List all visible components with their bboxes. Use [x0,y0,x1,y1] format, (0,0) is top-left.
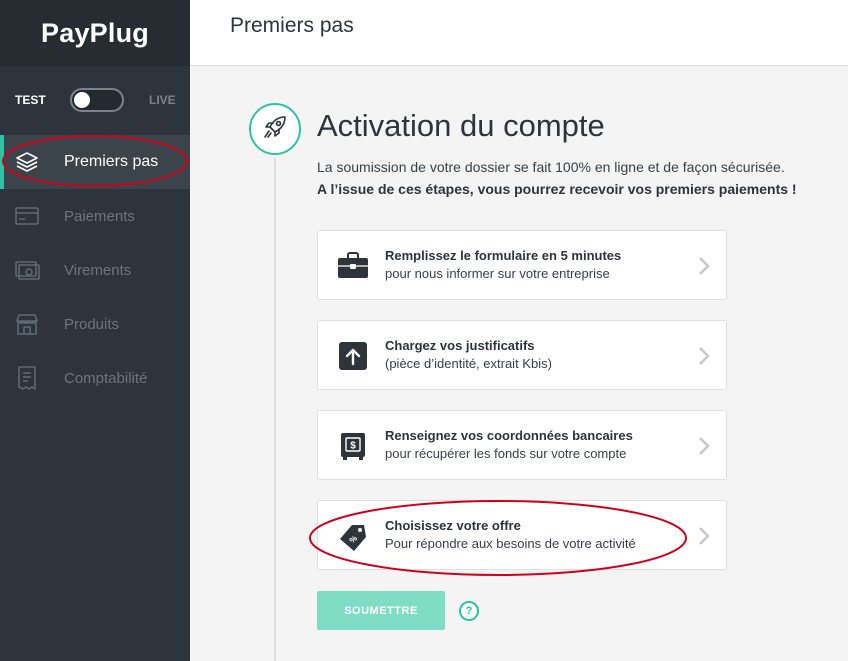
chevron-right-icon [698,346,710,366]
payplug-logo[interactable]: PayPlug [41,18,149,49]
chevron-right-icon [698,256,710,276]
topbar: Premiers pas [190,0,848,66]
page-title: Premiers pas [230,14,354,37]
step-card-coordonnees-bancaires[interactable]: $ Renseignez vos coordonnées bancaires p… [317,410,727,480]
step-card-offre[interactable]: % Choisissez votre offre Pour répondre a… [317,500,727,570]
toggle-knob [74,92,90,108]
sidebar-item-premiers-pas[interactable]: Premiers pas [0,135,190,189]
step-subtitle: pour récupérer les fonds sur votre compt… [385,446,627,461]
intro-text-bold: A l’issue de ces étapes, vous pourrez re… [317,181,797,197]
sidebar-item-label: Produits [64,315,120,333]
sidebar-item-virements[interactable]: Virements [0,243,190,297]
sidebar-item-label: Paiements [64,207,135,225]
transfer-icon [14,257,40,283]
help-icon[interactable]: ? [459,601,479,621]
chevron-right-icon [698,436,710,456]
live-mode-label: LIVE [149,93,176,107]
safe-icon: $ [336,429,370,463]
sidebar-item-paiements[interactable]: Paiements [0,189,190,243]
sidebar: PayPlug TEST LIVE Premiers pas Paiements [0,0,190,661]
sidebar-item-label: Virements [64,261,132,279]
rocket-icon [261,113,289,146]
timeline-line [274,158,276,661]
intro-text: La soumission de votre dossier se fait 1… [317,159,785,175]
step-card-formulaire[interactable]: Remplissez le formulaire en 5 minutes po… [317,230,727,300]
layers-icon [14,149,40,175]
sidebar-item-label: Premiers pas [64,153,159,170]
active-indicator [0,135,4,189]
sidebar-item-label: Comptabilité [64,369,148,387]
briefcase-icon [336,249,370,283]
step-subtitle: Pour répondre aux besoins de votre activ… [385,536,636,551]
step-title: Choisissez votre offre [385,518,521,533]
step-subtitle: pour nous informer sur votre entreprise [385,266,610,281]
rocket-badge [249,103,301,155]
svg-text:$: $ [350,441,356,452]
test-mode-label: TEST [15,93,46,107]
store-icon [14,311,40,337]
chevron-right-icon [698,526,710,546]
sidebar-item-produits[interactable]: Produits [0,297,190,351]
submit-button[interactable]: SOUMETTRE [317,591,445,630]
card-icon [14,203,40,229]
price-tag-icon: % [336,519,370,553]
step-subtitle: (pièce d’identité, extrait Kbis) [385,356,552,371]
step-card-justificatifs[interactable]: Chargez vos justificatifs (pièce d’ident… [317,320,727,390]
mode-switch-row: TEST LIVE [0,66,190,134]
section-title: Activation du compte [317,108,605,143]
receipt-icon [14,365,40,391]
test-live-toggle[interactable] [70,88,124,112]
step-title: Renseignez vos coordonnées bancaires [385,428,633,443]
logo-area: PayPlug [0,0,190,66]
step-title: Chargez vos justificatifs [385,338,535,353]
upload-icon [336,339,370,373]
step-title: Remplissez le formulaire en 5 minutes [385,248,622,263]
sidebar-item-comptabilite[interactable]: Comptabilité [0,351,190,405]
